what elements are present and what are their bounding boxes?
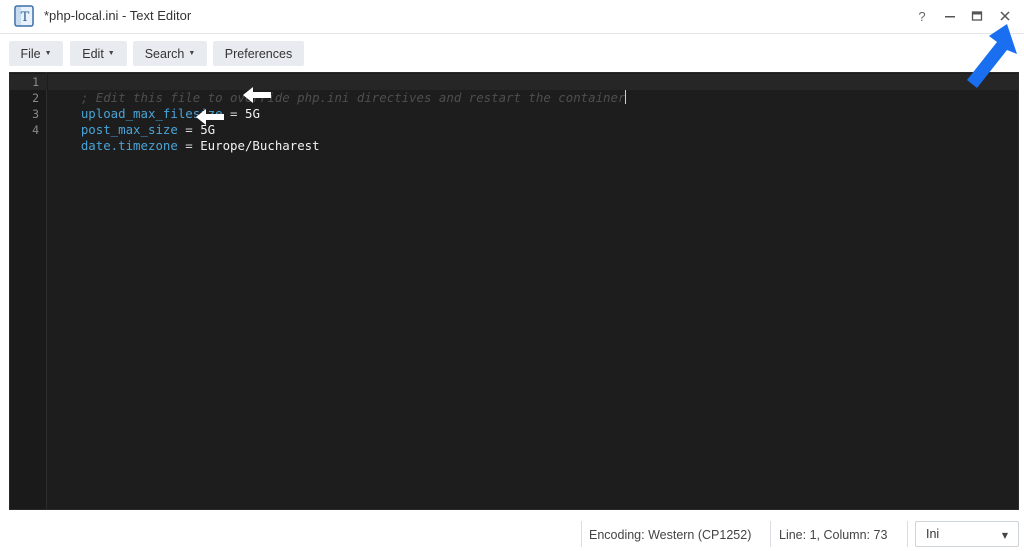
toolbar: File ▼ Edit ▼ Search ▼ Preferences — [0, 34, 1024, 71]
minimize-icon — [945, 16, 955, 18]
search-menu-label: Search — [144, 46, 185, 61]
active-line-gutter — [10, 74, 47, 90]
cursor-position-status: Line: 1, Column: 73 — [779, 528, 888, 542]
minimize-button[interactable] — [942, 8, 958, 24]
status-divider — [581, 521, 582, 547]
status-divider — [907, 521, 908, 547]
line-number: 2 — [32, 91, 39, 105]
ini-key: date.timezone — [80, 138, 178, 153]
status-divider — [770, 521, 771, 547]
code-line-4[interactable]: date.timezone = Europe/Bucharest — [51, 122, 320, 153]
chevron-down-icon: ▼ — [1001, 531, 1008, 540]
text-editor-icon: T — [14, 5, 34, 27]
blue-arrow-icon — [967, 24, 1017, 88]
file-menu-button[interactable]: File ▼ — [9, 41, 63, 66]
chevron-down-icon: ▼ — [107, 50, 115, 57]
white-arrow-icon — [243, 87, 271, 103]
maximize-icon — [971, 11, 983, 21]
text-cursor — [625, 90, 627, 104]
preferences-label: Preferences — [224, 46, 293, 61]
syntax-mode-value: Ini — [926, 527, 940, 541]
syntax-mode-select[interactable]: Ini ▼ — [915, 521, 1019, 547]
file-menu-label: File — [20, 46, 41, 61]
code-line-3[interactable]: post_max_size = 5G — [51, 106, 215, 137]
svg-text:T: T — [21, 10, 30, 25]
ini-equals: = — [222, 106, 245, 121]
chevron-down-icon: ▼ — [188, 50, 196, 57]
preferences-button[interactable]: Preferences — [213, 41, 304, 66]
line-number: 4 — [32, 123, 39, 137]
edit-menu-label: Edit — [82, 46, 104, 61]
line-number: 1 — [32, 75, 39, 89]
edit-menu-button[interactable]: Edit ▼ — [70, 41, 127, 66]
ini-equals: = — [177, 138, 201, 153]
window-title: *php-local.ini - Text Editor — [44, 8, 192, 23]
close-icon — [1000, 11, 1010, 21]
code-line-1[interactable]: ; Edit this file to override php.ini dir… — [51, 74, 627, 105]
line-number: 3 — [32, 107, 39, 121]
status-bar: Encoding: Western (CP1252) Line: 1, Colu… — [0, 511, 1024, 551]
line-number-gutter: 1 2 3 4 — [10, 73, 47, 509]
search-menu-button[interactable]: Search ▼ — [133, 41, 207, 66]
help-button[interactable]: ? — [914, 8, 930, 24]
code-line-2[interactable]: upload_max_filesize = 5G — [51, 90, 260, 121]
ini-value: Europe/Bucharest — [200, 138, 320, 153]
white-arrow-icon — [196, 109, 224, 125]
encoding-status[interactable]: Encoding: Western (CP1252) — [589, 528, 751, 542]
ini-value: 5G — [244, 106, 260, 121]
chevron-down-icon: ▼ — [44, 50, 52, 57]
title-bar: T *php-local.ini - Text Editor ? — [0, 0, 1024, 33]
code-editor[interactable]: 1 2 3 4 ; Edit this file to override php… — [9, 72, 1019, 510]
